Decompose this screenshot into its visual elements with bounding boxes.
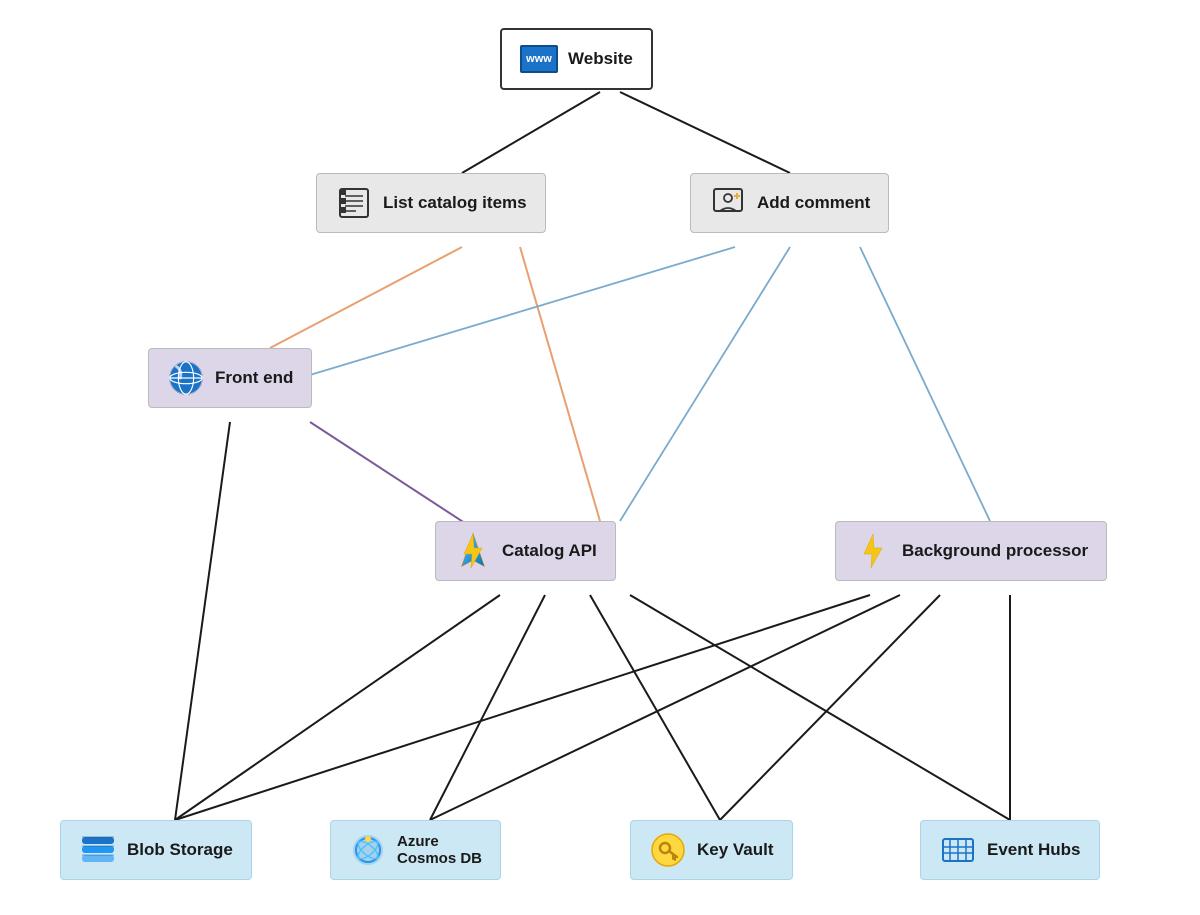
website-label: Website — [568, 49, 633, 69]
add-comment-node[interactable]: Add comment — [690, 173, 889, 233]
connection-lines — [0, 0, 1200, 915]
bg-processor-label: Background processor — [902, 541, 1088, 561]
catalog-api-label: Catalog API — [502, 541, 597, 561]
event-hubs-label: Event Hubs — [987, 840, 1081, 860]
key-vault-label: Key Vault — [697, 840, 774, 860]
frontend-icon — [167, 359, 205, 397]
cosmos-db-icon — [349, 831, 387, 869]
bg-processor-node[interactable]: Background processor — [835, 521, 1107, 581]
frontend-label: Front end — [215, 368, 293, 388]
cosmos-db-label: Azure Cosmos DB — [397, 833, 482, 867]
frontend-node[interactable]: Front end — [148, 348, 312, 408]
catalog-api-node[interactable]: Catalog API — [435, 521, 616, 581]
cosmos-db-node[interactable]: Azure Cosmos DB — [330, 820, 501, 880]
key-vault-node[interactable]: Key Vault — [630, 820, 793, 880]
www-icon: www — [520, 45, 558, 73]
catalog-api-icon — [454, 532, 492, 570]
diagram-container: www Website List catalog items — [0, 0, 1200, 915]
bg-processor-icon — [854, 532, 892, 570]
add-comment-icon — [709, 184, 747, 222]
key-vault-icon — [649, 831, 687, 869]
website-icon: www — [520, 40, 558, 78]
list-catalog-node[interactable]: List catalog items — [316, 173, 546, 233]
blob-storage-label: Blob Storage — [127, 840, 233, 860]
website-node[interactable]: www Website — [500, 28, 653, 90]
add-comment-label: Add comment — [757, 193, 870, 213]
list-catalog-label: List catalog items — [383, 193, 527, 213]
blob-storage-node[interactable]: Blob Storage — [60, 820, 252, 880]
event-hubs-icon — [939, 831, 977, 869]
event-hubs-node[interactable]: Event Hubs — [920, 820, 1100, 880]
list-catalog-icon — [335, 184, 373, 222]
blob-storage-icon — [79, 831, 117, 869]
